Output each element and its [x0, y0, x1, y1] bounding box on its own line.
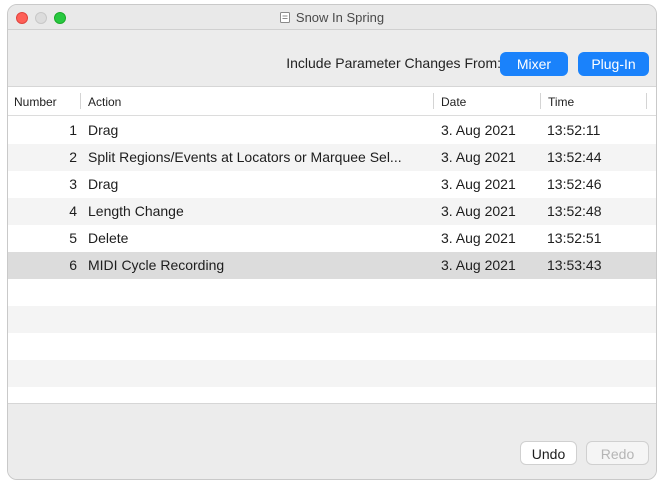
row-date: 3. Aug 2021 — [441, 149, 516, 165]
row-number: 2 — [69, 149, 77, 165]
column-divider[interactable] — [540, 93, 541, 109]
row-date: 3. Aug 2021 — [441, 122, 516, 138]
table-row[interactable]: 2 Split Regions/Events at Locators or Ma… — [8, 144, 656, 171]
redo-button[interactable]: Redo — [586, 441, 649, 465]
table-row[interactable]: 3 Drag 3. Aug 2021 13:52:46 — [8, 171, 656, 198]
undo-history-window: Snow In Spring Include Parameter Changes… — [7, 4, 657, 480]
row-time: 13:52:51 — [547, 230, 602, 246]
empty-row — [8, 360, 656, 387]
footer-bar: Undo Redo — [8, 403, 656, 479]
mixer-toggle-button[interactable]: Mixer — [500, 52, 568, 76]
row-action: Drag — [88, 176, 119, 192]
row-date: 3. Aug 2021 — [441, 176, 516, 192]
undo-button[interactable]: Undo — [520, 441, 577, 465]
row-number: 5 — [69, 230, 77, 246]
empty-row — [8, 306, 656, 333]
column-header-date[interactable]: Date — [441, 95, 466, 109]
row-action: Delete — [88, 230, 129, 246]
window-title: Snow In Spring — [8, 10, 656, 25]
title-bar: Snow In Spring — [8, 5, 656, 30]
row-time: 13:53:43 — [547, 257, 602, 273]
include-parameter-label: Include Parameter Changes From: — [286, 55, 501, 71]
table-row-selected[interactable]: 6 MIDI Cycle Recording 3. Aug 2021 13:53… — [8, 252, 656, 279]
toolbar: Include Parameter Changes From: Mixer Pl… — [8, 30, 656, 86]
row-number: 4 — [69, 203, 77, 219]
row-action: MIDI Cycle Recording — [88, 257, 225, 273]
row-number: 3 — [69, 176, 77, 192]
column-header-action[interactable]: Action — [88, 95, 121, 109]
row-time: 13:52:44 — [547, 149, 602, 165]
row-number: 1 — [69, 122, 77, 138]
table-header: Number Action Date Time — [8, 87, 656, 116]
plugin-toggle-button[interactable]: Plug-In — [578, 52, 649, 76]
row-time: 13:52:48 — [547, 203, 602, 219]
column-divider[interactable] — [433, 93, 434, 109]
column-divider[interactable] — [646, 93, 647, 109]
table-row[interactable]: 5 Delete 3. Aug 2021 13:52:51 — [8, 225, 656, 252]
row-action: Drag — [88, 122, 119, 138]
row-time: 13:52:46 — [547, 176, 602, 192]
empty-row — [8, 333, 656, 360]
undo-history-table: Number Action Date Time 1 Drag 3. Aug 20… — [8, 86, 656, 404]
row-date: 3. Aug 2021 — [441, 230, 516, 246]
row-date: 3. Aug 2021 — [441, 203, 516, 219]
row-number: 6 — [69, 257, 77, 273]
window-title-text: Snow In Spring — [295, 10, 385, 25]
empty-row — [8, 279, 656, 306]
table-row[interactable]: 4 Length Change 3. Aug 2021 13:52:48 — [8, 198, 656, 225]
column-header-time[interactable]: Time — [548, 95, 574, 109]
column-header-number[interactable]: Number — [14, 95, 57, 109]
row-action: Length Change — [88, 203, 184, 219]
table-row[interactable]: 1 Drag 3. Aug 2021 13:52:11 — [8, 117, 656, 144]
column-divider[interactable] — [80, 93, 81, 109]
document-icon — [279, 12, 290, 23]
row-action: Split Regions/Events at Locators or Marq… — [88, 149, 402, 165]
row-date: 3. Aug 2021 — [441, 257, 516, 273]
row-time: 13:52:11 — [547, 122, 601, 138]
